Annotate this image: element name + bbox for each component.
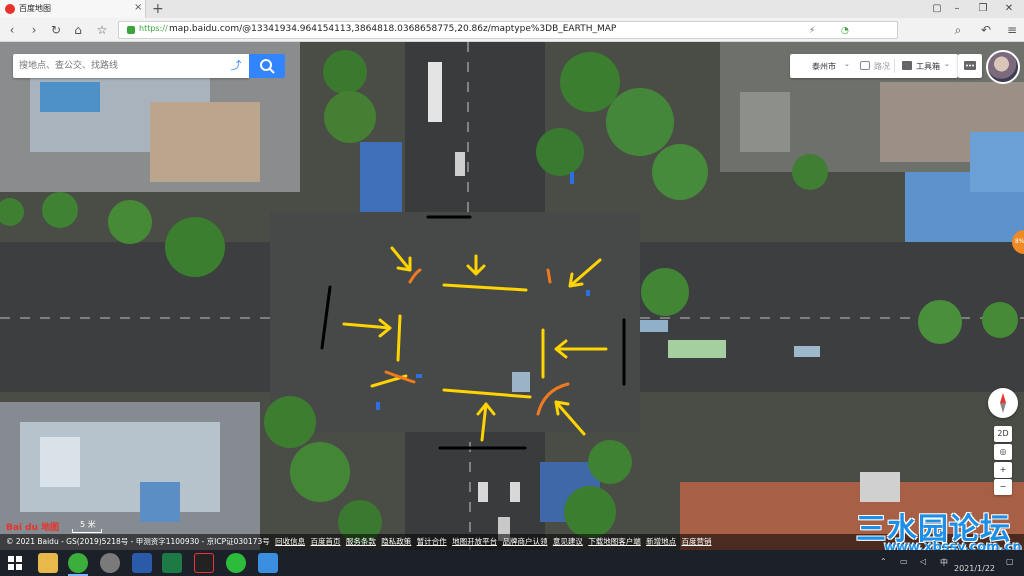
2d-toggle-button[interactable]: 2D xyxy=(994,426,1012,442)
route-icon[interactable]: ⤴ xyxy=(229,59,243,73)
messenger-icon[interactable] xyxy=(258,553,278,573)
tab-close-icon[interactable]: × xyxy=(134,2,142,13)
excel-icon[interactable] xyxy=(162,553,182,573)
search-button[interactable] xyxy=(249,54,285,78)
satellite-map[interactable]: ⤴ 泰州市 ⌄ 路况 工具箱 ⌄ 8% 2D ◎ + − Bai du xyxy=(0,42,1024,550)
baidu-favicon-icon xyxy=(5,4,15,14)
extension-icon[interactable]: ◔ xyxy=(841,26,849,36)
close-window-button[interactable]: ✕ xyxy=(1002,2,1016,16)
url-protocol: https:// xyxy=(139,24,168,33)
lock-icon xyxy=(127,26,135,34)
search-icon[interactable]: ⌕ xyxy=(950,22,966,38)
chevron-down-icon: ⌄ xyxy=(844,60,850,68)
footer-link[interactable]: 百度营销 xyxy=(682,537,712,546)
address-bar[interactable]: https:// map.baidu.com/@13341934.9641541… xyxy=(118,21,898,39)
minimize-button[interactable]: – xyxy=(950,2,964,16)
footer-link[interactable]: 服务条款 xyxy=(346,537,376,546)
footer-link[interactable]: 隐私政策 xyxy=(381,537,411,546)
copyright-text: © 2021 Baidu - GS(2019)5218号 - 甲测资字11009… xyxy=(6,537,270,546)
back-icon[interactable]: ‹ xyxy=(4,22,20,38)
restore-button[interactable]: ❐ xyxy=(976,2,990,16)
tab-title: 百度地图 xyxy=(19,4,51,13)
word-icon[interactable] xyxy=(132,553,152,573)
search-box: ⤴ xyxy=(13,54,249,78)
menu-icon[interactable]: ≡ xyxy=(1004,22,1020,38)
search-icon xyxy=(260,59,275,74)
lightning-icon[interactable]: ⚡ xyxy=(809,26,815,36)
footer-link[interactable]: 回收信息 xyxy=(275,537,305,546)
file-explorer-icon[interactable] xyxy=(38,553,58,573)
url-text: map.baidu.com/@13341934.964154113,386481… xyxy=(169,24,617,34)
footer-link[interactable]: 地图开放平台 xyxy=(452,537,497,546)
divider xyxy=(894,59,895,73)
bookmark-icon[interactable]: ▢ xyxy=(930,2,944,16)
compass-control[interactable] xyxy=(988,388,1018,418)
favorite-star-icon[interactable]: ☆ xyxy=(94,22,110,38)
chevron-down-icon: ⌄ xyxy=(944,60,950,68)
toolbox-button[interactable]: 工具箱 xyxy=(916,61,940,72)
city-toolbar: 泰州市 ⌄ 路况 工具箱 ⌄ xyxy=(790,54,958,78)
toolbox-icon xyxy=(902,61,912,70)
traffic-icon xyxy=(860,61,870,70)
footer-link[interactable]: 新增地点 xyxy=(646,537,676,546)
network-icon[interactable]: ▭ xyxy=(900,557,908,566)
input-method-icon[interactable]: 中 xyxy=(940,557,948,568)
home-icon[interactable]: ⌂ xyxy=(70,22,86,38)
footer-link[interactable]: 暂计合作 xyxy=(417,537,447,546)
footer-link[interactable]: 品牌商户认领 xyxy=(502,537,547,546)
traffic-label[interactable]: 路况 xyxy=(874,61,890,72)
tray-chevron-icon[interactable]: ⌃ xyxy=(880,557,887,566)
city-selector[interactable]: 泰州市 xyxy=(812,61,836,72)
taskbar: ⌃ ▭ ◁ 中 2021/1/22 ▢ xyxy=(0,550,1024,576)
message-icon xyxy=(964,61,976,70)
zoom-in-button[interactable]: + xyxy=(994,462,1012,478)
undo-icon[interactable]: ↶ xyxy=(978,22,994,38)
zoom-out-button[interactable]: − xyxy=(994,479,1012,495)
curb-ne xyxy=(546,268,552,284)
media-player-icon[interactable] xyxy=(100,553,120,573)
browser-tab[interactable]: 百度地图 × xyxy=(0,0,146,18)
notification-icon[interactable]: ▢ xyxy=(1006,557,1014,566)
new-tab-button[interactable]: + xyxy=(152,0,164,18)
qq-icon[interactable] xyxy=(194,553,214,573)
footer-link[interactable]: 意见建议 xyxy=(553,537,583,546)
forward-icon[interactable]: › xyxy=(26,22,42,38)
footer-link[interactable]: 下载地图客户端 xyxy=(588,537,641,546)
satellite-imagery xyxy=(0,42,1024,550)
locate-icon[interactable]: ◎ xyxy=(994,444,1012,460)
windows-start-icon[interactable] xyxy=(8,556,22,570)
yield-line-west xyxy=(396,314,402,362)
watermark-url: www.xbssy.com.cn xyxy=(884,540,1022,550)
footer-link[interactable]: 百度首页 xyxy=(311,537,341,546)
scale-bar xyxy=(72,529,102,533)
browser-icon[interactable] xyxy=(68,553,88,576)
navigation-bar: ‹ › ↻ ⌂ ☆ https:// map.baidu.com/@133419… xyxy=(0,18,1024,42)
tab-bar: 百度地图 × + ▢ – ❐ ✕ xyxy=(0,0,1024,18)
volume-icon[interactable]: ◁ xyxy=(920,557,926,566)
message-button[interactable] xyxy=(958,54,982,78)
compass-icon xyxy=(1000,393,1006,413)
user-avatar[interactable] xyxy=(986,50,1020,84)
reload-icon[interactable]: ↻ xyxy=(48,22,64,38)
baidu-map-logo: Bai du 地图 xyxy=(6,523,60,533)
taskbar-date: 2021/1/22 xyxy=(954,564,996,573)
search-input[interactable] xyxy=(19,57,219,75)
wechat-icon[interactable] xyxy=(226,553,246,573)
